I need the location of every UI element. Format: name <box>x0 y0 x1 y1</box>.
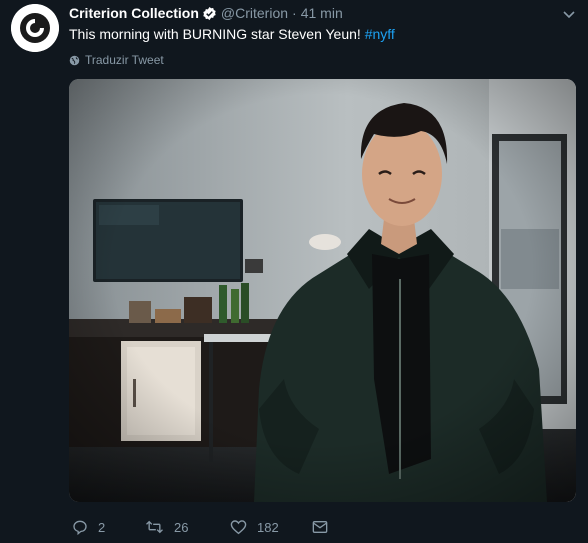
hashtag-link[interactable]: #nyff <box>365 26 395 42</box>
tweet-photo[interactable] <box>69 79 576 502</box>
tweet-header: Criterion Collection @Criterion · 41 min <box>69 4 343 22</box>
translate-tweet-link[interactable]: Traduzir Tweet <box>69 52 164 68</box>
retweet-button[interactable]: 26 <box>145 519 230 535</box>
display-name[interactable]: Criterion Collection <box>69 5 199 21</box>
envelope-icon <box>312 521 328 533</box>
translate-label: Traduzir Tweet <box>85 53 164 67</box>
reply-count: 2 <box>98 519 106 535</box>
tweet-actions: 2 26 182 <box>72 516 338 538</box>
tweet-text-body: This morning with BURNING star Steven Ye… <box>69 26 365 42</box>
chevron-down-icon[interactable] <box>562 7 576 21</box>
direct-message-button[interactable] <box>312 520 338 534</box>
retweet-count: 26 <box>174 519 189 535</box>
avatar[interactable] <box>11 4 59 52</box>
verified-badge-icon <box>202 6 217 21</box>
globe-icon <box>69 55 80 65</box>
tweet: Criterion Collection @Criterion · 41 min… <box>0 0 588 543</box>
timestamp[interactable]: 41 min <box>301 5 343 21</box>
reply-button[interactable]: 2 <box>72 519 145 535</box>
separator-dot: · <box>292 5 297 21</box>
like-button[interactable]: 182 <box>230 519 312 535</box>
reply-icon <box>73 520 87 535</box>
tweet-text: This morning with BURNING star Steven Ye… <box>69 25 395 43</box>
like-count: 182 <box>257 519 279 535</box>
retweet-icon <box>146 520 163 534</box>
heart-icon <box>230 520 247 535</box>
handle[interactable]: @Criterion <box>221 5 288 21</box>
